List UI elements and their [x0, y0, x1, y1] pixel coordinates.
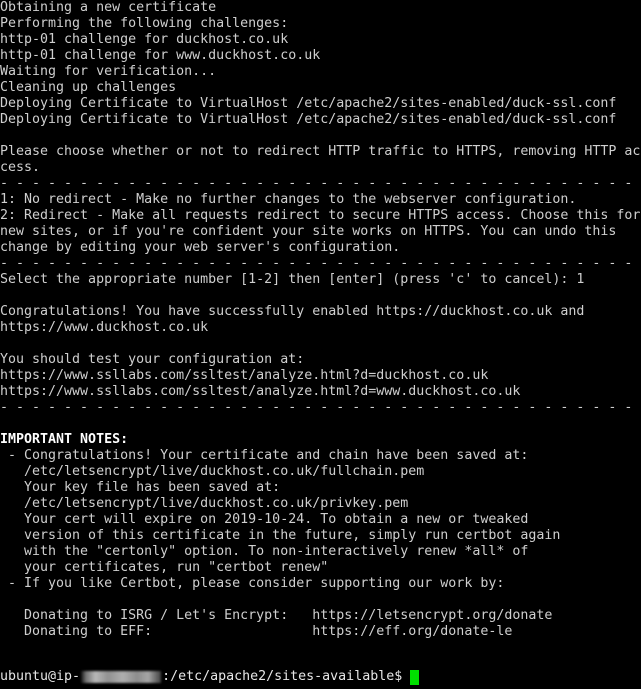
terminal-line: http-01 challenge for www.duckhost.co.uk	[0, 48, 321, 63]
terminal-line: Your cert will expire on 2019-10-24. To …	[0, 512, 529, 527]
terminal-line: Deploying Certificate to VirtualHost /et…	[0, 112, 617, 127]
terminal-line: with the "certonly" option. To non-inter…	[0, 544, 529, 559]
terminal-line: - - - - - - - - - - - - - - - - - - - - …	[0, 176, 633, 191]
terminal-line: Waiting for verification...	[0, 64, 217, 79]
terminal-line: Deploying Certificate to VirtualHost /et…	[0, 96, 617, 111]
terminal-line: Obtaining a new certificate	[0, 0, 217, 15]
terminal-line: - - - - - - - - - - - - - - - - - - - - …	[0, 400, 633, 415]
redacted-ip-block	[81, 671, 162, 683]
terminal-line: - - - - - - - - - - - - - - - - - - - - …	[0, 256, 633, 271]
prompt-user-host: ubuntu@ip-	[0, 669, 81, 684]
terminal-line: version of this certificate in the futur…	[0, 528, 561, 543]
prompt-path: :/etc/apache2/sites-available$	[162, 669, 403, 684]
terminal-line: 1: No redirect - Make no further changes…	[0, 192, 577, 207]
terminal-line: - Congratulations! Your certificate and …	[0, 448, 529, 463]
terminal-line: Please choose whether or not to redirect…	[0, 144, 641, 159]
terminal-output: Obtaining a new certificate Performing th…	[0, 0, 641, 672]
terminal-line: Performing the following challenges:	[0, 16, 289, 31]
terminal-line: https://www.ssllabs.com/ssltest/analyze.…	[0, 368, 489, 383]
terminal-line: - If you like Certbot, please consider s…	[0, 576, 505, 591]
terminal-line: Donating to EFF: https://eff.org/donate-…	[0, 624, 513, 639]
terminal-line: You should test your configuration at:	[0, 352, 305, 367]
terminal-line: https://www.duckhost.co.uk	[0, 320, 209, 335]
terminal-line: new sites, or if you're confident your s…	[0, 224, 617, 239]
terminal-line: https://www.ssllabs.com/ssltest/analyze.…	[0, 384, 521, 399]
terminal-line: Donating to ISRG / Let's Encrypt: https:…	[0, 608, 553, 623]
terminal-line: Select the appropriate number [1-2] then…	[0, 272, 585, 287]
terminal-line: cess.	[0, 160, 41, 175]
terminal-line: /etc/letsencrypt/live/duckhost.co.uk/pri…	[0, 496, 409, 511]
terminal-line: Congratulations! You have successfully e…	[0, 304, 585, 319]
terminal-line: your certificates, run "certbot renew"	[0, 560, 329, 575]
terminal-line: Your key file has been saved at:	[0, 480, 281, 495]
shell-prompt-line[interactable]: ubuntu@ip- :/etc/apache2/sites-available…	[0, 669, 420, 685]
terminal-line: /etc/letsencrypt/live/duckhost.co.uk/ful…	[0, 464, 425, 479]
terminal-line: change by editing your web server's conf…	[0, 240, 401, 255]
terminal-line: 2: Redirect - Make all requests redirect…	[0, 208, 641, 223]
terminal-window[interactable]: Obtaining a new certificate Performing th…	[0, 0, 641, 689]
terminal-line: http-01 challenge for duckhost.co.uk	[0, 32, 289, 47]
text-cursor	[410, 669, 420, 685]
terminal-line: IMPORTANT NOTES:	[0, 432, 129, 447]
terminal-line: Cleaning up challenges	[0, 80, 177, 95]
